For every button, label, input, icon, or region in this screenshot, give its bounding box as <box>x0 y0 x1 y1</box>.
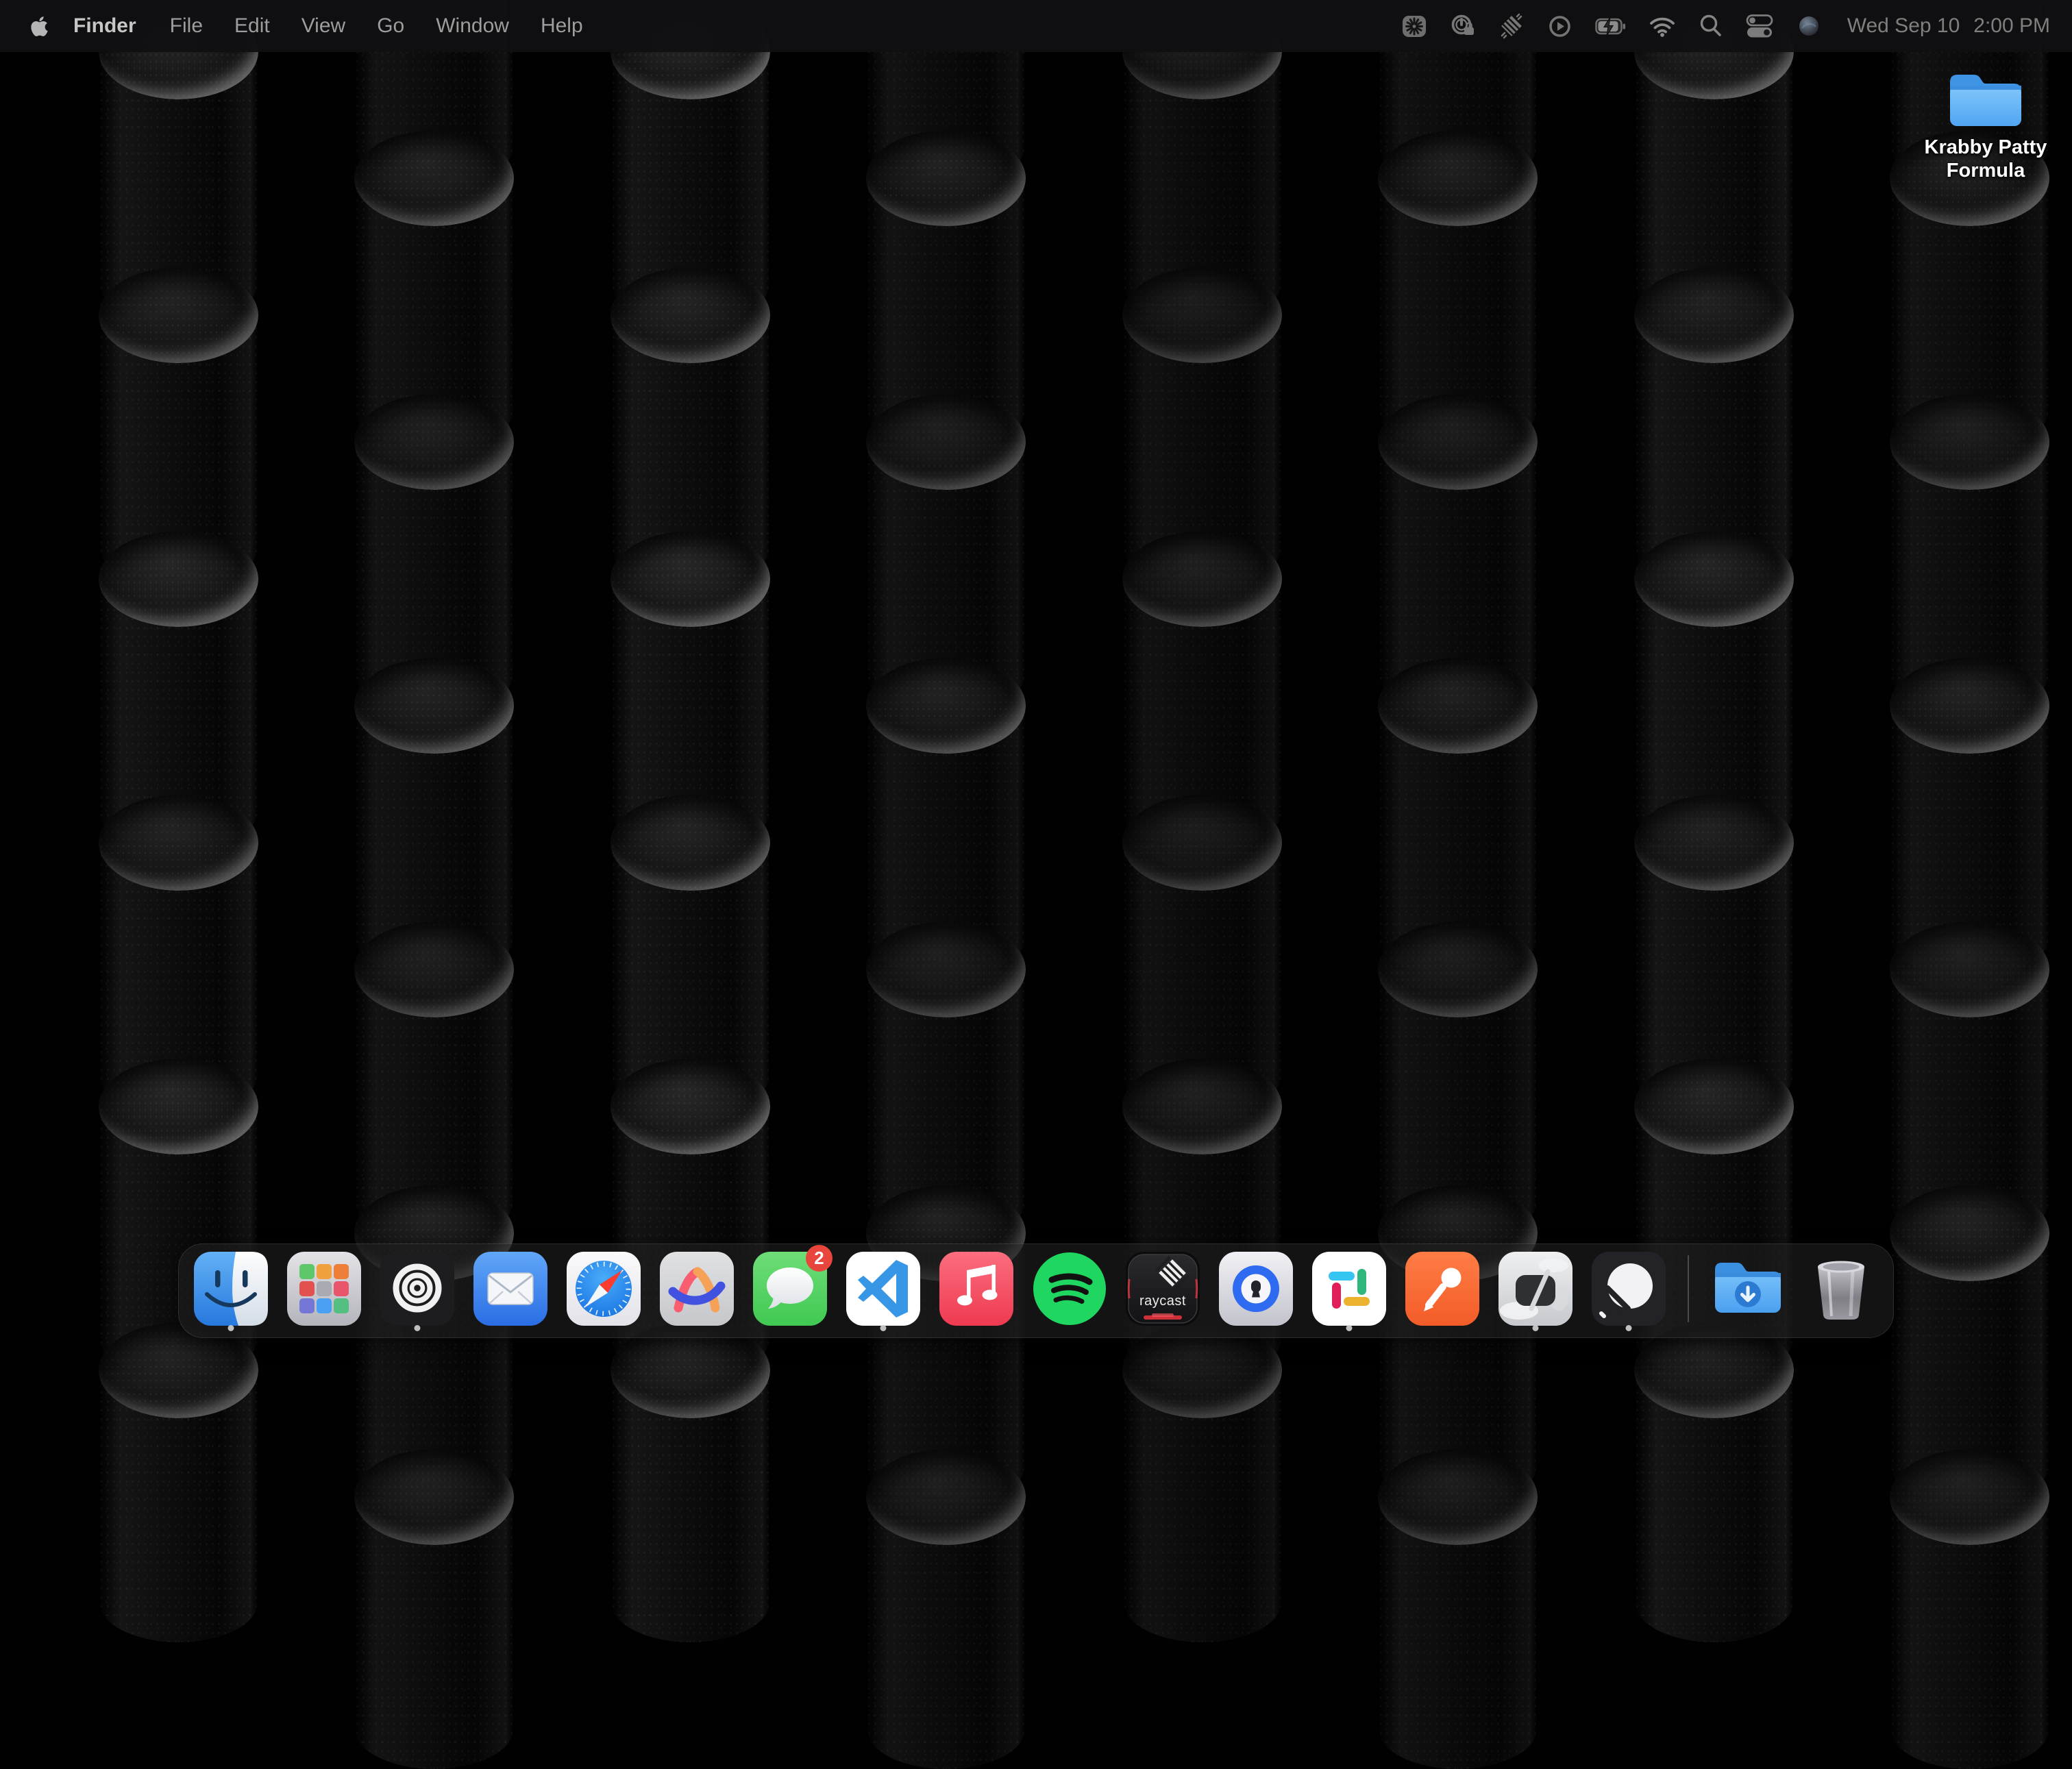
dock-item-postman[interactable] <box>1404 1250 1481 1331</box>
striped-badge-icon[interactable] <box>1498 13 1525 39</box>
dock-item-safari[interactable] <box>565 1250 642 1331</box>
mail-icon <box>472 1250 549 1327</box>
dock-item-downloads-folder[interactable] <box>1710 1250 1786 1331</box>
wifi-icon[interactable] <box>1649 14 1676 38</box>
dock-item-1password[interactable] <box>1218 1250 1294 1331</box>
dock-item-mail[interactable] <box>472 1250 549 1331</box>
dock-item-arc-browser[interactable] <box>658 1250 735 1331</box>
menu-bar-status-area: Wed Sep 10 2:00 PM <box>1401 13 2050 39</box>
menu-edit[interactable]: Edit <box>219 14 286 38</box>
running-indicator <box>880 1325 887 1331</box>
apple-music-icon <box>938 1250 1015 1327</box>
play-circle-icon[interactable] <box>1547 14 1572 39</box>
desktop-wallpaper-cylinders <box>0 0 2072 1346</box>
folder-label: Krabby Patty Formula <box>1915 136 2056 182</box>
control-center-icon[interactable] <box>1746 13 1773 39</box>
dock-item-spotify[interactable] <box>1031 1250 1108 1331</box>
dock-item-vscode[interactable] <box>845 1250 922 1331</box>
battery-charging-icon[interactable] <box>1595 14 1626 39</box>
menu-go[interactable]: Go <box>361 14 420 38</box>
dock-item-concentric-rings-app[interactable] <box>379 1250 456 1331</box>
dock-divider <box>1688 1255 1689 1322</box>
launchpad-icon <box>286 1250 362 1327</box>
trash-icon <box>1803 1250 1879 1327</box>
dock-item-finder[interactable] <box>193 1250 269 1331</box>
desktop-folder-krabby-patty-formula[interactable]: Krabby Patty Formula <box>1915 63 2056 182</box>
dock: 2 <box>178 1244 1894 1338</box>
dock-item-linear[interactable] <box>1590 1250 1667 1331</box>
running-indicator <box>1346 1325 1353 1331</box>
finder-icon <box>193 1250 269 1327</box>
arc-browser-icon <box>658 1250 735 1327</box>
dock-item-raycast[interactable]: raycast <box>1124 1250 1201 1331</box>
slack-icon <box>1311 1250 1388 1327</box>
vscode-icon <box>845 1250 922 1327</box>
dock-item-slack[interactable] <box>1311 1250 1388 1331</box>
siri-icon[interactable] <box>1796 13 1822 39</box>
power-lock-icon[interactable] <box>1450 13 1476 39</box>
menu-bar-date: Wed Sep 10 <box>1847 14 1960 38</box>
burst-app-icon[interactable] <box>1401 14 1427 39</box>
spotify-icon <box>1031 1250 1108 1327</box>
raycast-icon <box>1124 1250 1201 1327</box>
linear-icon <box>1590 1250 1667 1327</box>
menu-file[interactable]: File <box>154 14 219 38</box>
dock-item-launchpad[interactable] <box>286 1250 362 1331</box>
1password-icon <box>1218 1250 1294 1327</box>
apple-menu-icon[interactable] <box>30 15 49 38</box>
downloads-folder-icon <box>1710 1250 1786 1327</box>
menu-help[interactable]: Help <box>525 14 599 38</box>
running-indicator <box>228 1325 234 1331</box>
dia-icon <box>1497 1250 1574 1327</box>
folder-icon <box>1943 63 2028 132</box>
menu-bar-clock[interactable]: Wed Sep 10 2:00 PM <box>1847 14 2050 38</box>
running-indicator <box>415 1325 421 1331</box>
concentric-rings-icon <box>379 1250 456 1327</box>
spotlight-search-icon[interactable] <box>1699 14 1723 38</box>
active-app-menu[interactable]: Finder <box>49 14 154 38</box>
menu-bar-left: Finder File Edit View Go Window Help <box>30 14 599 38</box>
postman-icon <box>1404 1250 1481 1327</box>
messages-unread-badge: 2 <box>806 1245 832 1272</box>
menu-bar-time: 2:00 PM <box>1973 14 2050 38</box>
running-indicator <box>1626 1325 1632 1331</box>
dock-item-messages[interactable]: 2 <box>752 1250 828 1331</box>
dock-item-apple-music[interactable] <box>938 1250 1015 1331</box>
dock-item-trash[interactable] <box>1803 1250 1879 1331</box>
menu-view[interactable]: View <box>286 14 361 38</box>
menu-window[interactable]: Window <box>420 14 525 38</box>
running-indicator <box>1533 1325 1539 1331</box>
menu-bar: Finder File Edit View Go Window Help <box>0 0 2072 52</box>
raycast-label: raycast <box>1124 1294 1201 1309</box>
dock-item-dia[interactable] <box>1497 1250 1574 1331</box>
safari-icon <box>565 1250 642 1327</box>
macos-desktop: { "menu_bar": { "app_name": "Finder", "m… <box>0 0 2072 1346</box>
